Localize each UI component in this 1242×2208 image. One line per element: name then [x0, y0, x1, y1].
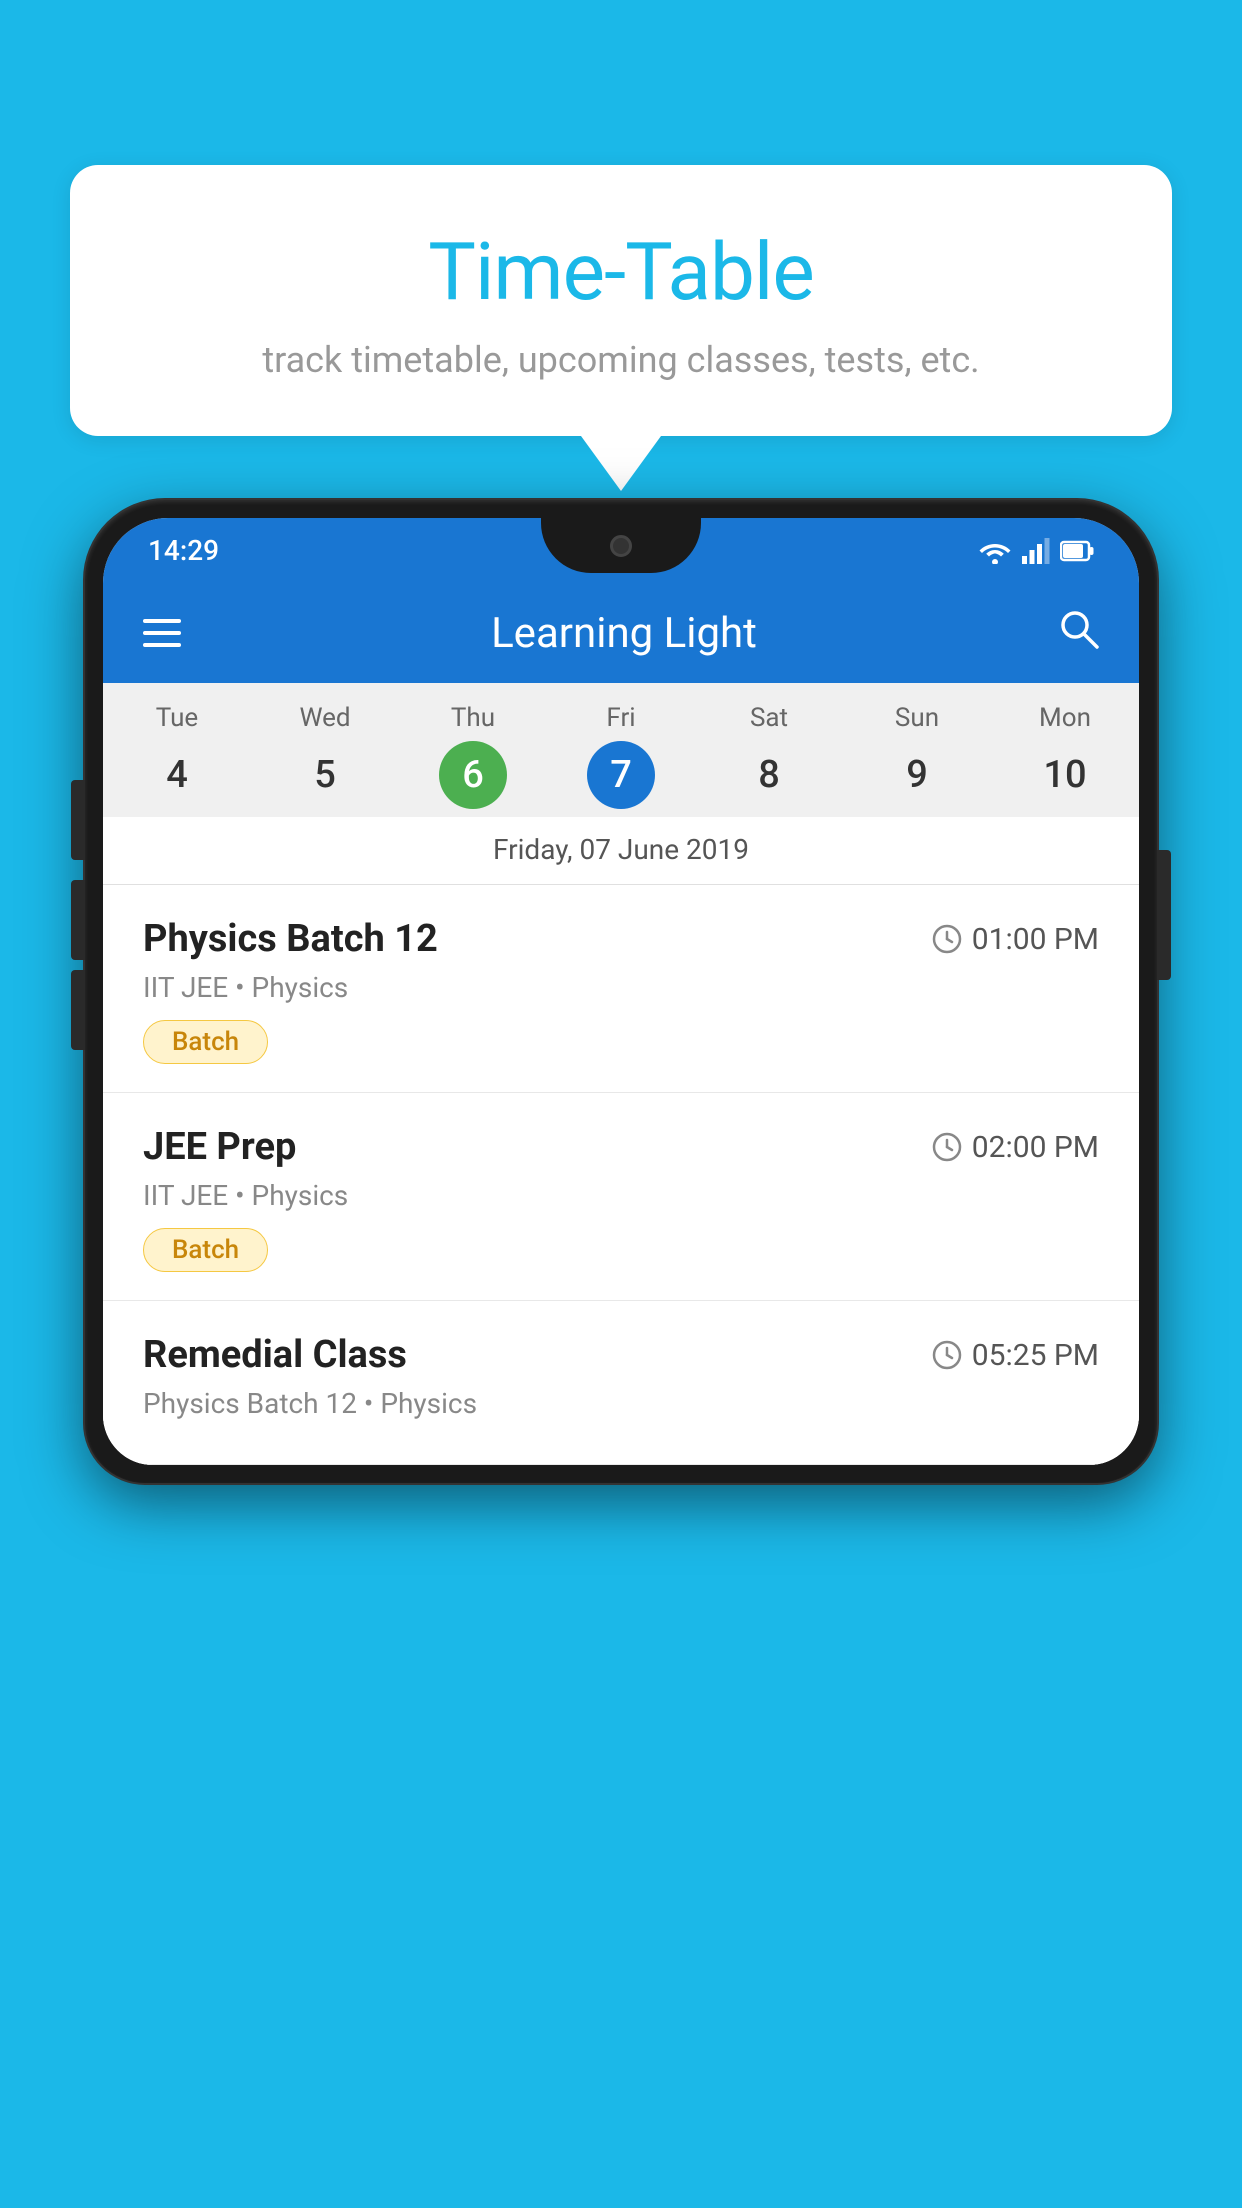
- status-time: 14:29: [148, 534, 219, 567]
- day-name: Tue: [103, 703, 251, 733]
- day-name: Sat: [695, 703, 843, 733]
- batch-badge: Batch: [143, 1020, 268, 1064]
- day-col-sat[interactable]: Sat 8: [695, 683, 843, 817]
- search-icon[interactable]: [1057, 607, 1099, 660]
- phone-outer: 14:29: [85, 500, 1157, 1483]
- day-number: 9: [883, 741, 951, 809]
- class-subject: IIT JEE • Physics: [143, 971, 1099, 1004]
- day-name: Mon: [991, 703, 1139, 733]
- day-number: 6: [439, 741, 507, 809]
- day-col-fri[interactable]: Fri 7: [547, 683, 695, 817]
- class-list: Physics Batch 12 01:00 PM IIT JEE • Physic…: [103, 885, 1139, 1465]
- class-item-header: JEE Prep 02:00 PM: [143, 1125, 1099, 1169]
- camera: [610, 535, 632, 557]
- day-number: 5: [291, 741, 359, 809]
- app-bar: Learning Light: [103, 583, 1139, 683]
- class-name: JEE Prep: [143, 1125, 296, 1169]
- days-row: Tue 4 Wed 5 Thu 6 Fri 7 Sat 8 Sun 9 Mon 10: [103, 683, 1139, 817]
- class-list-item[interactable]: Physics Batch 12 01:00 PM IIT JEE • Physic…: [103, 885, 1139, 1093]
- class-name: Remedial Class: [143, 1333, 407, 1377]
- day-name: Fri: [547, 703, 695, 733]
- day-col-mon[interactable]: Mon 10: [991, 683, 1139, 817]
- speech-bubble: Time-Table track timetable, upcoming cla…: [70, 165, 1172, 436]
- hamburger-menu-button[interactable]: [143, 619, 181, 647]
- bubble-title: Time-Table: [120, 225, 1122, 319]
- day-number: 4: [143, 741, 211, 809]
- day-col-tue[interactable]: Tue 4: [103, 683, 251, 817]
- class-time-text: 02:00 PM: [972, 1130, 1099, 1165]
- class-time-text: 01:00 PM: [972, 922, 1099, 957]
- day-col-thu[interactable]: Thu 6: [399, 683, 547, 817]
- day-number: 8: [735, 741, 803, 809]
- clock-icon: [932, 1340, 962, 1370]
- battery-icon: [1060, 540, 1094, 562]
- day-number: 7: [587, 741, 655, 809]
- wifi-icon: [978, 538, 1012, 564]
- class-time: 02:00 PM: [932, 1130, 1099, 1165]
- selected-date-label: Friday, 07 June 2019: [103, 817, 1139, 885]
- class-time: 05:25 PM: [932, 1338, 1099, 1373]
- status-icons: [978, 538, 1094, 564]
- day-number: 10: [1031, 741, 1099, 809]
- class-subject: IIT JEE • Physics: [143, 1179, 1099, 1212]
- app-title: Learning Light: [221, 609, 1027, 658]
- day-col-wed[interactable]: Wed 5: [251, 683, 399, 817]
- class-time: 01:00 PM: [932, 922, 1099, 957]
- class-subject: Physics Batch 12 • Physics: [143, 1387, 1099, 1420]
- class-item-header: Remedial Class 05:25 PM: [143, 1333, 1099, 1377]
- class-name: Physics Batch 12: [143, 917, 438, 961]
- class-list-item[interactable]: Remedial Class 05:25 PM Physics Batch 12 •…: [103, 1301, 1139, 1465]
- class-list-item[interactable]: JEE Prep 02:00 PM IIT JEE • Physics Batch: [103, 1093, 1139, 1301]
- signal-icon: [1022, 538, 1050, 564]
- day-name: Wed: [251, 703, 399, 733]
- day-name: Thu: [399, 703, 547, 733]
- batch-badge: Batch: [143, 1228, 268, 1272]
- class-item-header: Physics Batch 12 01:00 PM: [143, 917, 1099, 961]
- class-time-text: 05:25 PM: [972, 1338, 1099, 1373]
- speech-bubble-container: Time-Table track timetable, upcoming cla…: [70, 165, 1172, 436]
- bubble-subtitle: track timetable, upcoming classes, tests…: [120, 339, 1122, 381]
- day-name: Sun: [843, 703, 991, 733]
- calendar-strip: Tue 4 Wed 5 Thu 6 Fri 7 Sat 8 Sun 9 Mon 10 Friday, 07…: [103, 683, 1139, 885]
- phone-screen: 14:29: [103, 518, 1139, 1465]
- phone-mockup: 14:29: [85, 500, 1157, 2208]
- clock-icon: [932, 1132, 962, 1162]
- status-bar: 14:29: [103, 518, 1139, 583]
- notch: [541, 518, 701, 573]
- clock-icon: [932, 924, 962, 954]
- day-col-sun[interactable]: Sun 9: [843, 683, 991, 817]
